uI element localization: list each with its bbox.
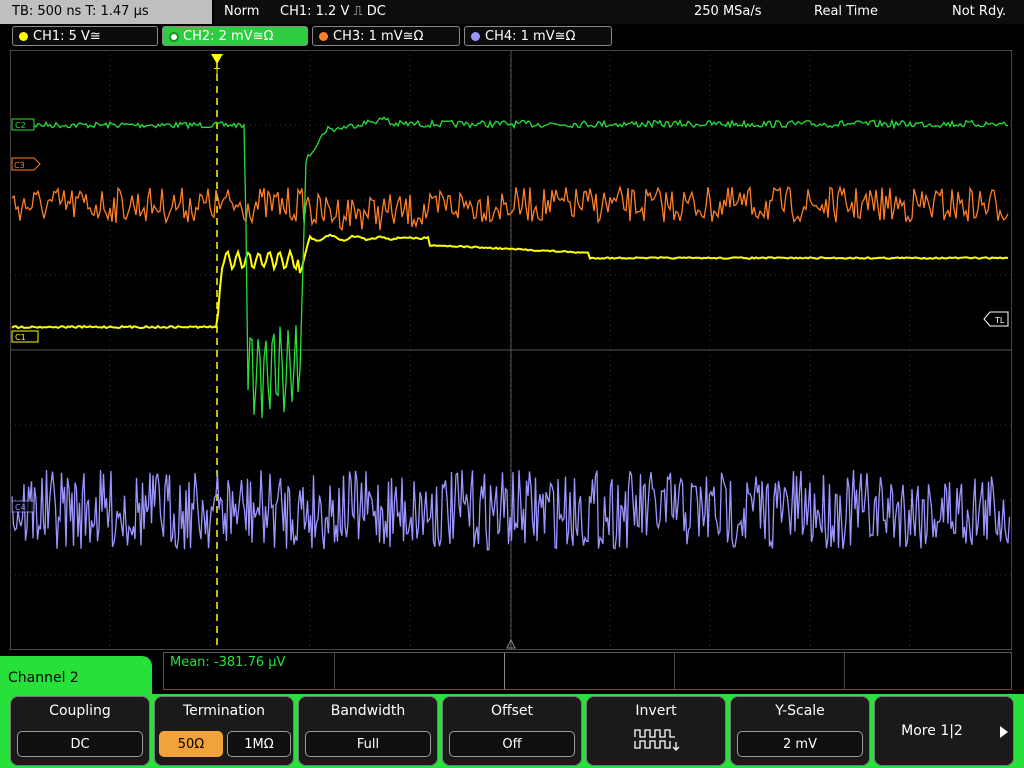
invert-label: Invert	[635, 703, 677, 719]
divider	[334, 653, 335, 689]
ch2-marker-label: C2	[15, 121, 26, 130]
coupling-value[interactable]: DC	[17, 731, 143, 757]
tab-ch1-label: CH1: 5 V≅	[33, 29, 101, 44]
mean-measurement: Mean: -381.76 µV	[170, 655, 286, 670]
ch1-level-marker[interactable]: C1	[11, 330, 39, 343]
offset-label: Offset	[490, 703, 534, 719]
y-scale-label: Y-Scale	[775, 703, 825, 719]
termination-label: Termination	[182, 703, 266, 719]
coupling-softkey[interactable]: Coupling DC	[10, 696, 150, 766]
bandwidth-value[interactable]: Full	[305, 731, 431, 757]
offset-softkey[interactable]: Offset Off	[442, 696, 582, 766]
menu-title: Channel 2	[0, 656, 152, 696]
termination-softkey[interactable]: Termination 50Ω 1MΩ	[154, 696, 294, 766]
trigger-source[interactable]: CH1: 1.2 V ⎍ DC	[280, 0, 386, 24]
more-label: More 1|2	[901, 723, 963, 739]
tab-ch4[interactable]: CH4: 1 mV≅Ω	[464, 26, 612, 46]
termination-1mohm-option[interactable]: 1MΩ	[227, 731, 291, 757]
ch4-marker-label: C4	[15, 503, 26, 512]
termination-50ohm-option[interactable]: 50Ω	[159, 731, 223, 757]
trigger-marker-label: T	[213, 67, 221, 78]
tab-ch3[interactable]: CH3: 1 mV≅Ω	[312, 26, 460, 46]
tab-ch2[interactable]: CH2: 2 mV≅Ω	[162, 26, 308, 46]
waveform-display[interactable]: T C2 C3 C1 C4 TL	[10, 50, 1012, 650]
measurement-bar: Mean: -381.76 µV	[163, 652, 1012, 690]
trigger-level-label: TL	[994, 316, 1005, 325]
trigger-level-marker[interactable]: TL	[983, 311, 1009, 327]
y-scale-value[interactable]: 2 mV	[737, 731, 863, 757]
ch4-level-marker[interactable]: C4	[11, 500, 35, 513]
tab-ch4-label: CH4: 1 mV≅Ω	[485, 29, 576, 44]
trigger-status: Not Rdy.	[952, 4, 1007, 19]
ch2-level-marker[interactable]: C2	[11, 118, 35, 131]
sample-rate: 250 MSa/s	[694, 4, 762, 19]
invert-softkey[interactable]: Invert	[586, 696, 726, 766]
ch3-marker-label: C3	[14, 161, 25, 170]
divider	[674, 653, 675, 689]
y-scale-softkey[interactable]: Y-Scale 2 mV	[730, 696, 870, 766]
ch4-dot-icon	[471, 32, 480, 41]
acquisition-mode[interactable]: Real Time	[814, 0, 878, 24]
divider	[504, 653, 505, 689]
channel-tabs: CH1: 5 V≅ CH2: 2 mV≅Ω CH3: 1 mV≅Ω CH4: 1…	[0, 26, 1024, 48]
tab-ch3-label: CH3: 1 mV≅Ω	[333, 29, 424, 44]
bandwidth-softkey[interactable]: Bandwidth Full	[298, 696, 438, 766]
more-softkey[interactable]: More 1|2	[874, 696, 1014, 766]
next-page-arrow-icon	[1000, 726, 1008, 738]
timebase-readout[interactable]: TB: 500 ns T: 1.47 µs	[0, 0, 212, 24]
offset-value[interactable]: Off	[449, 731, 575, 757]
ch1-dot-icon	[19, 32, 28, 41]
ch2-dot-icon	[169, 32, 179, 42]
tab-ch1[interactable]: CH1: 5 V≅	[12, 26, 158, 46]
coupling-label: Coupling	[49, 703, 111, 719]
tab-ch2-label: CH2: 2 mV≅Ω	[183, 29, 274, 44]
divider	[844, 653, 845, 689]
ch3-level-marker[interactable]: C3	[11, 157, 41, 171]
ch3-dot-icon	[319, 32, 328, 41]
trigger-mode[interactable]: Norm	[224, 0, 259, 24]
trigger-status-bar: Norm CH1: 1.2 V ⎍ DC 250 MSa/s Real Time…	[214, 0, 1024, 24]
ch1-marker-label: C1	[15, 333, 26, 342]
invert-waveform-icon	[634, 729, 680, 751]
bandwidth-label: Bandwidth	[330, 703, 406, 719]
